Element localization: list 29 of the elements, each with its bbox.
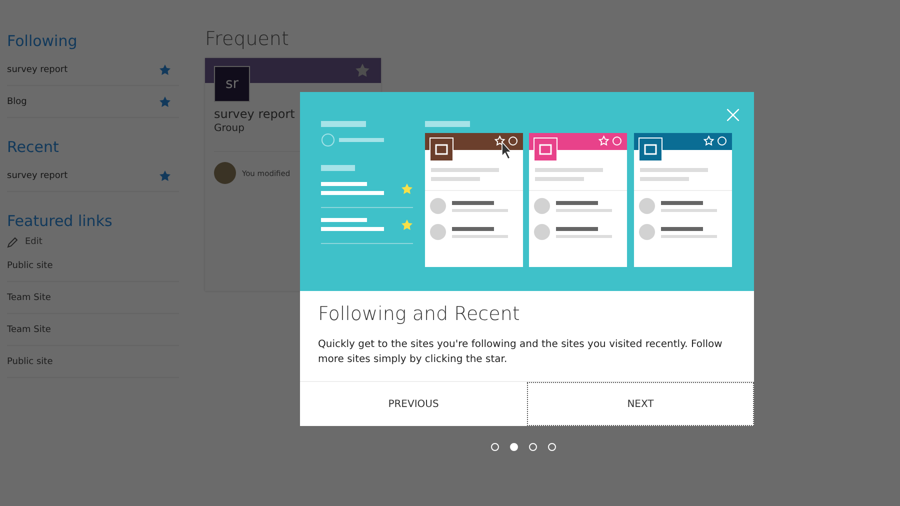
pager-dot[interactable] (491, 443, 499, 451)
site-link[interactable]: survey report (7, 64, 68, 74)
dialog-description: Quickly get to the sites you're following and the sites you visited recently. Follow more sites simply by clicking the star. (318, 338, 724, 367)
featured-link[interactable]: Public site (7, 356, 53, 366)
featured-link[interactable]: Team Site (7, 324, 51, 334)
section-heading: Recent (7, 138, 60, 156)
pager-dot[interactable] (529, 443, 537, 451)
pager-dot[interactable] (510, 443, 518, 451)
edit-link[interactable]: Edit (25, 237, 42, 247)
section-heading: Featured links (7, 212, 114, 230)
section-heading: Following (7, 32, 78, 50)
site-initials-tile: sr (214, 66, 250, 102)
featured-link[interactable]: Public site (7, 260, 53, 270)
next-button[interactable]: NEXT (527, 382, 754, 426)
star-icon[interactable] (355, 63, 370, 78)
dialog-title: Following and Recent (318, 303, 521, 325)
star-icon[interactable] (159, 64, 171, 76)
featured-link[interactable]: Team Site (7, 292, 51, 302)
site-link[interactable]: survey report (7, 170, 68, 180)
pencil-icon[interactable] (7, 236, 19, 248)
avatar (214, 162, 236, 184)
card-title: survey report (214, 107, 296, 121)
close-button[interactable] (726, 108, 740, 122)
pager-dot[interactable] (548, 443, 556, 451)
star-icon[interactable] (159, 170, 171, 182)
section-heading: Frequent (205, 28, 290, 50)
star-icon[interactable] (159, 96, 171, 108)
card-subtitle: Group (214, 123, 246, 134)
site-link[interactable]: Blog (7, 96, 27, 106)
